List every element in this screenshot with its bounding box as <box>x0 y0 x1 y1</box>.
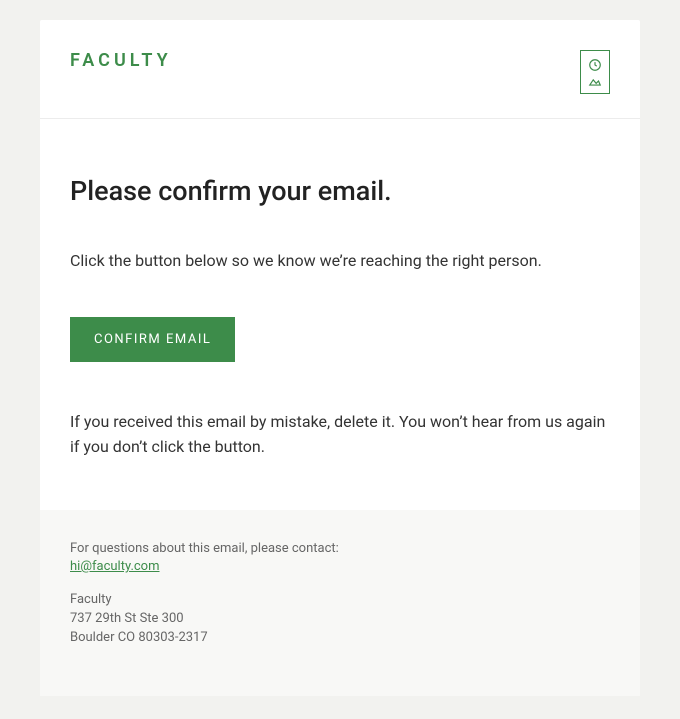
email-body: Please confirm your email. Click the but… <box>40 119 640 510</box>
address-line-2: Boulder CO 80303-2317 <box>70 629 610 648</box>
footer-address-block: Faculty 737 29th St Ste 300 Boulder CO 8… <box>70 591 610 648</box>
email-header: FACULTY <box>40 20 640 119</box>
confirm-email-button[interactable]: CONFIRM EMAIL <box>70 317 235 362</box>
contact-prompt: For questions about this email, please c… <box>70 540 610 559</box>
email-footer: For questions about this email, please c… <box>40 510 640 696</box>
footer-contact-block: For questions about this email, please c… <box>70 540 610 578</box>
email-card: FACULTY Please confirm your email. Click… <box>40 20 640 696</box>
broken-image-icon <box>580 50 610 94</box>
contact-email-link[interactable]: hi@faculty.com <box>70 559 160 574</box>
lead-text: Click the button below so we know we’re … <box>70 249 610 273</box>
mistake-note: If you received this email by mistake, d… <box>70 410 610 460</box>
company-name: Faculty <box>70 591 610 610</box>
faculty-logo: FACULTY <box>70 50 172 71</box>
page-title: Please confirm your email. <box>70 175 610 207</box>
address-line-1: 737 29th St Ste 300 <box>70 610 610 629</box>
